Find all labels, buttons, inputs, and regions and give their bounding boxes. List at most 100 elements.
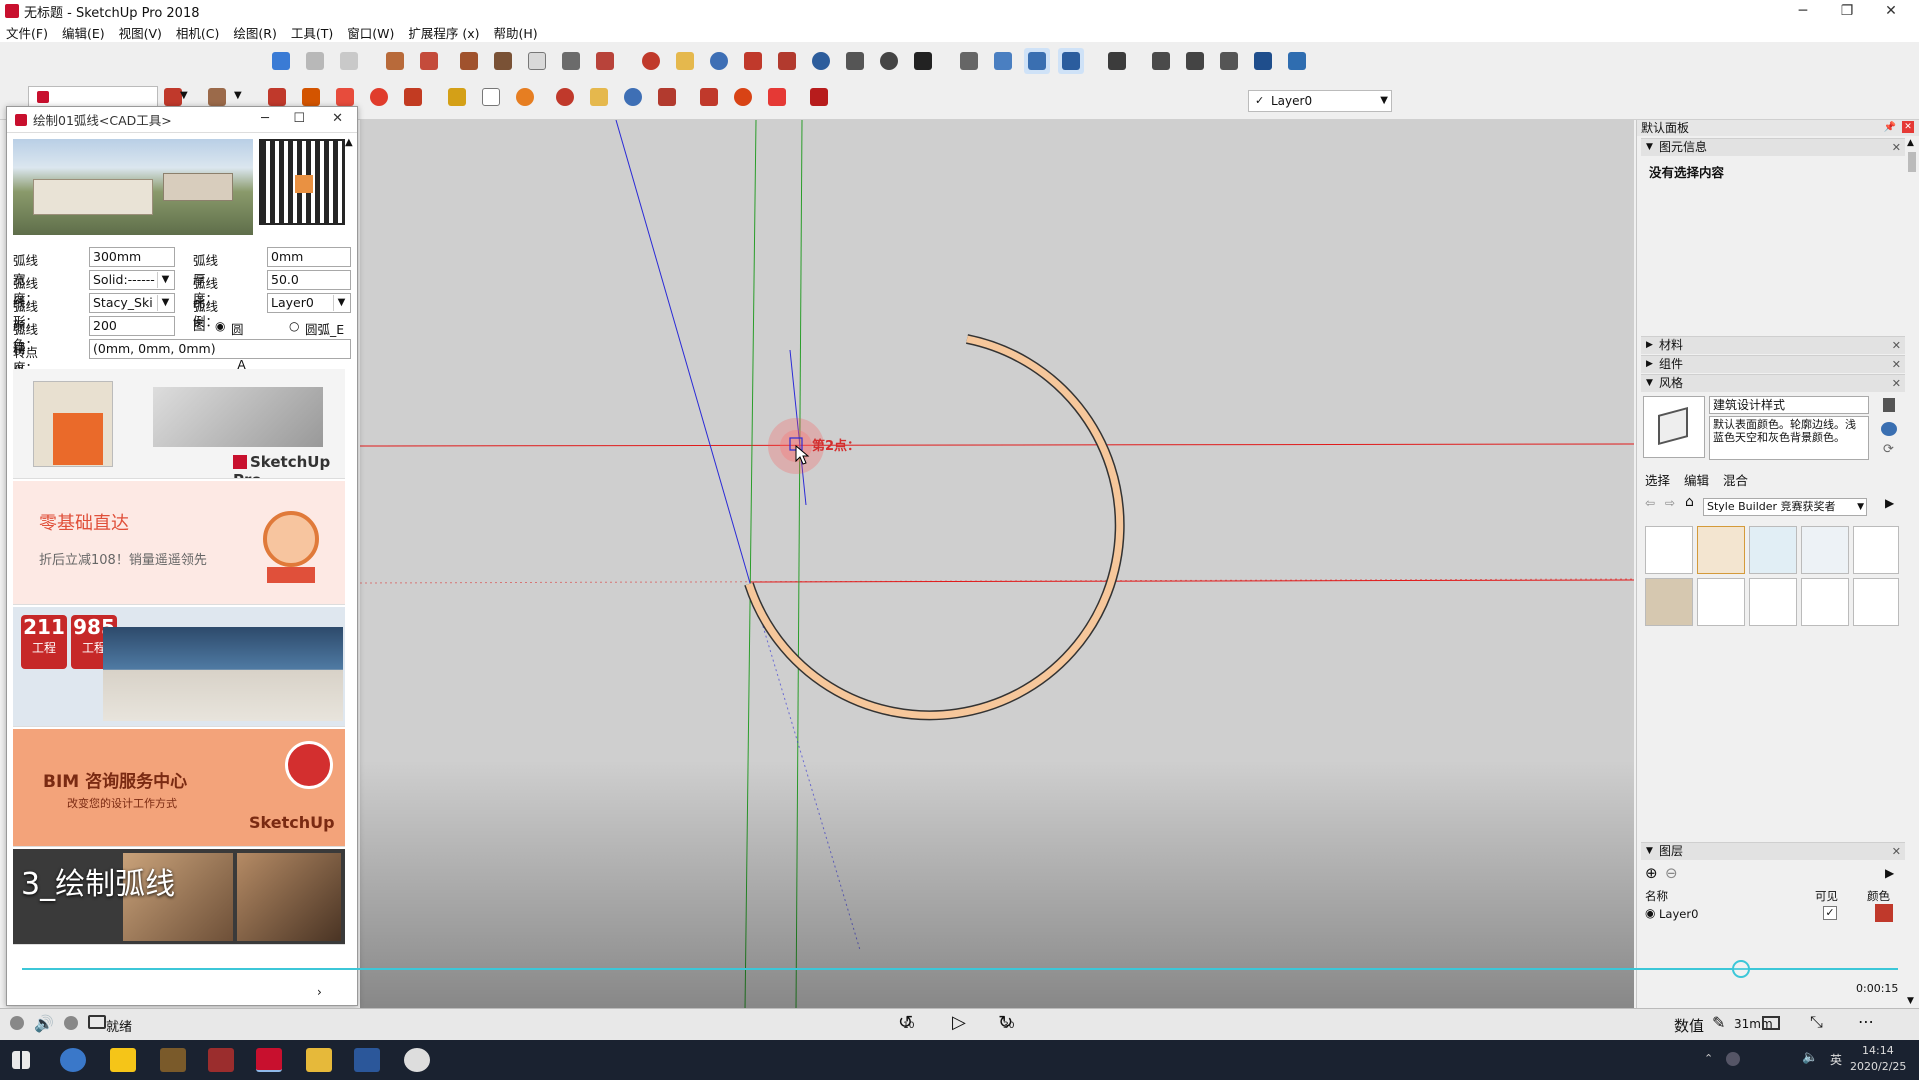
remove-layer-icon[interactable]: ⊖: [1665, 864, 1678, 882]
minimize-button[interactable]: ─: [1781, 0, 1825, 22]
push-pull-tool-icon[interactable]: [456, 48, 482, 74]
file-explorer-icon[interactable]: [306, 1048, 332, 1072]
update-style-icon[interactable]: ⟳: [1883, 442, 1894, 457]
move-tool-icon[interactable]: [558, 48, 584, 74]
zoom-extents-small-icon[interactable]: [654, 84, 680, 110]
menu-extensions[interactable]: 扩展程序 (x): [408, 23, 479, 42]
turn-coord-input[interactable]: (0mm, 0mm, 0mm): [89, 339, 351, 359]
home-icon[interactable]: ⌂: [1685, 494, 1694, 510]
layer-color-swatch[interactable]: [1875, 904, 1893, 922]
picture-in-picture-icon[interactable]: [1762, 1016, 1780, 1030]
share-model-icon[interactable]: [764, 84, 790, 110]
style-thumbnail[interactable]: [1749, 526, 1797, 574]
follow-me-tool-icon[interactable]: [490, 48, 516, 74]
exit-fullscreen-icon[interactable]: ⤡: [1810, 1012, 1823, 1032]
add-layer-icon[interactable]: ⊕: [1645, 864, 1658, 882]
arc-layer-select[interactable]: Layer0 ▼: [267, 293, 351, 313]
sketchup-taskbar-icon[interactable]: [256, 1048, 282, 1072]
close-icon[interactable]: ✕: [1892, 375, 1901, 392]
tab-select[interactable]: 选择: [1645, 470, 1670, 489]
menu-draw[interactable]: 绘图(R): [233, 23, 276, 42]
style-description-field[interactable]: 默认表面颜色。轮廓边线。浅蓝色天空和灰色背景颜色。: [1709, 416, 1869, 460]
menu-view[interactable]: 视图(V): [119, 23, 162, 42]
orbit-tool-icon[interactable]: [638, 48, 664, 74]
paint-bucket-icon[interactable]: [512, 84, 538, 110]
materials-header[interactable]: ▶ 材料 ✕: [1641, 336, 1905, 354]
maximize-button[interactable]: ☐: [293, 111, 305, 126]
floating-mini-toolbar[interactable]: [28, 86, 158, 108]
layer-dropdown[interactable]: ✓ Layer0 ▼: [1248, 90, 1392, 112]
network-icon[interactable]: [1726, 1052, 1740, 1066]
select-tool-icon[interactable]: [268, 48, 294, 74]
menu-window[interactable]: 窗口(W): [347, 23, 394, 42]
scrollbar-up-icon[interactable]: ▲: [1907, 138, 1914, 148]
video-progress-track[interactable]: [22, 968, 1898, 970]
scrollbar-up-icon[interactable]: ▲: [345, 137, 353, 148]
style-thumbnail[interactable]: [1749, 578, 1797, 626]
style-thumbnail[interactable]: [1645, 578, 1693, 626]
info-icon[interactable]: [10, 1016, 24, 1030]
style-thumbnail[interactable]: [1853, 526, 1899, 574]
forward-arrow-icon[interactable]: ⇨: [1665, 496, 1675, 510]
rectangle-tool-icon[interactable]: [416, 48, 442, 74]
layer-visible-checkbox[interactable]: ✓: [1823, 906, 1837, 920]
style-thumbnail[interactable]: [1801, 526, 1849, 574]
media-app-icon[interactable]: [208, 1048, 234, 1072]
top-view-icon[interactable]: [1024, 48, 1050, 74]
style-thumbnail[interactable]: [1697, 526, 1745, 574]
volume-tray-icon[interactable]: 🔈: [1802, 1050, 1818, 1065]
style-name-field[interactable]: 建筑设计样式: [1709, 396, 1869, 414]
eraser-tool-icon[interactable]: [336, 48, 362, 74]
components-header[interactable]: ▶ 组件 ✕: [1641, 355, 1905, 373]
active-layer-radio[interactable]: ◉: [1645, 906, 1655, 920]
scrollbar-thumb[interactable]: [1908, 152, 1916, 172]
player-app-icon[interactable]: [404, 1048, 430, 1072]
style-thumbnail[interactable]: [1853, 578, 1899, 626]
menu-file[interactable]: 文件(F): [6, 23, 48, 42]
make-component-icon[interactable]: [302, 48, 328, 74]
xray-style-icon[interactable]: [1104, 48, 1130, 74]
close-icon[interactable]: ✕: [1892, 356, 1901, 373]
browser-app-icon[interactable]: [60, 1048, 86, 1072]
zoom-small-icon[interactable]: [620, 84, 646, 110]
style-thumbnail[interactable]: [1697, 578, 1745, 626]
style-settings-icon[interactable]: [1881, 422, 1897, 436]
ad-banner-sketchup[interactable]: SketchUp Pro: [13, 369, 345, 479]
shaded-texture-style-icon[interactable]: [1250, 48, 1276, 74]
text-tool-icon[interactable]: [478, 84, 504, 110]
scale-tool-icon[interactable]: [400, 84, 426, 110]
close-icon[interactable]: ✕: [1892, 843, 1901, 860]
layers-header[interactable]: ▼ 图层 ✕: [1641, 842, 1905, 860]
close-button[interactable]: ✕: [1869, 0, 1913, 22]
walk-tool-icon[interactable]: [842, 48, 868, 74]
shaded-style-icon[interactable]: [1216, 48, 1242, 74]
style-collection-select[interactable]: Style Builder 竞赛获奖者 ▼: [1703, 498, 1867, 516]
ime-indicator[interactable]: 英: [1830, 1051, 1842, 1068]
user-icon[interactable]: [64, 1016, 78, 1030]
ad-banner-bim[interactable]: BIM 咨询服务中心 改变您的设计工作方式 SketchUp: [13, 729, 345, 847]
ruby-console-icon[interactable]: [806, 84, 832, 110]
pan-tool-icon[interactable]: [672, 48, 698, 74]
chat-app-icon[interactable]: [110, 1048, 136, 1072]
arc-precision-input[interactable]: 200: [89, 316, 175, 336]
pan-small-icon[interactable]: [586, 84, 612, 110]
extension-warehouse-icon[interactable]: [730, 84, 756, 110]
look-around-icon[interactable]: [876, 48, 902, 74]
style-thumbnail[interactable]: [1645, 526, 1693, 574]
zoom-window-icon[interactable]: [740, 48, 766, 74]
store-app-icon[interactable]: [160, 1048, 186, 1072]
wireframe-style-icon[interactable]: [1148, 48, 1174, 74]
menu-help[interactable]: 帮助(H): [494, 23, 538, 42]
word-app-icon[interactable]: [354, 1048, 380, 1072]
back-arrow-icon[interactable]: ⇦: [1645, 496, 1655, 510]
iso-view-icon[interactable]: [990, 48, 1016, 74]
menu-camera[interactable]: 相机(C): [176, 23, 219, 42]
arc-width-input[interactable]: 300mm: [89, 247, 175, 267]
details-arrow-icon[interactable]: ▶: [1885, 496, 1894, 510]
entity-info-header[interactable]: ▼ 图元信息 ✕: [1641, 138, 1905, 156]
tray-scroll-down-icon[interactable]: ▼: [1907, 996, 1914, 1006]
start-windows-icon[interactable]: [12, 1051, 30, 1069]
volume-icon[interactable]: 🔊: [34, 1014, 54, 1033]
close-icon[interactable]: ✕: [1902, 121, 1914, 133]
more-options-icon[interactable]: ⋯: [1858, 1012, 1874, 1031]
